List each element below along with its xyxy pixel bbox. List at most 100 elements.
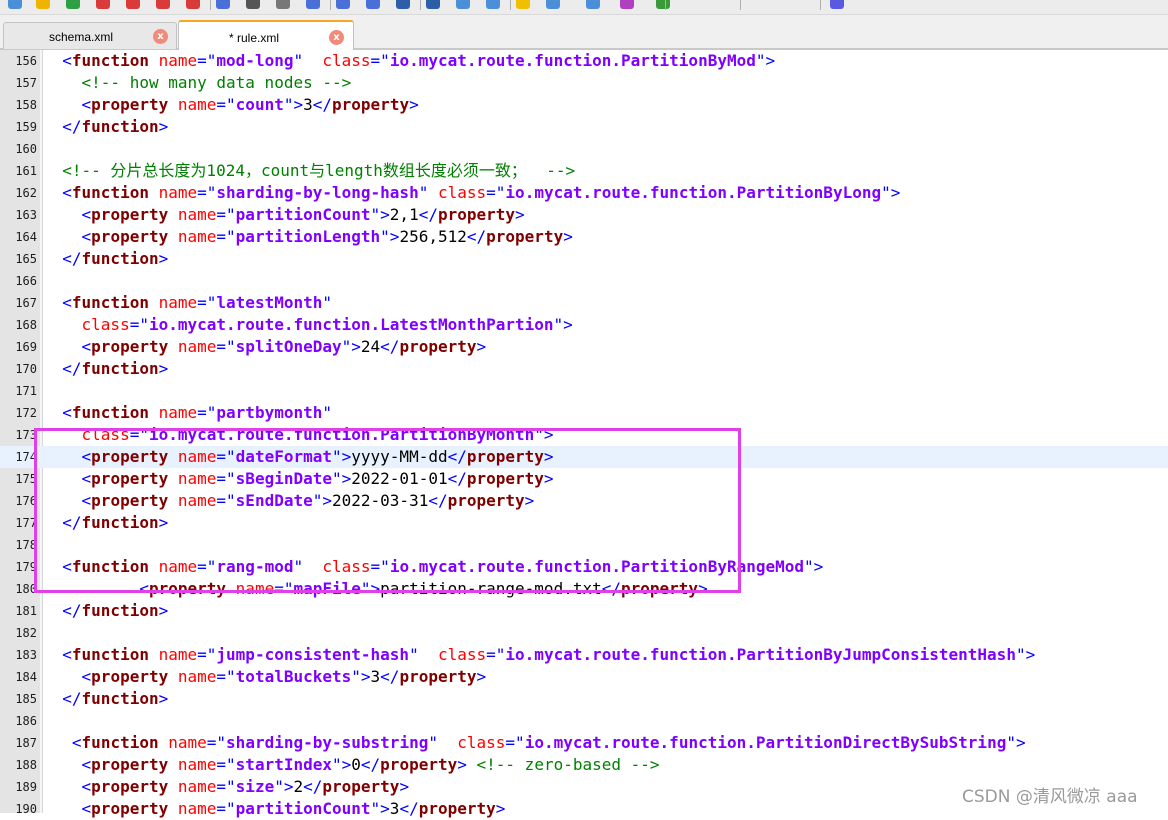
xml-attribute-value: sharding-by-substring (226, 733, 429, 752)
xml-attribute-value: latestMonth (216, 293, 323, 312)
line-number: 178 (15, 538, 37, 552)
line-number: 170 (15, 362, 37, 376)
cut-icon[interactable] (246, 0, 260, 9)
open-icon[interactable] (36, 0, 50, 9)
refresh-icon[interactable] (66, 0, 80, 9)
xml-text (168, 337, 178, 356)
xml-text (168, 227, 178, 246)
xml-punctuation: =" (216, 777, 236, 796)
zoom-out-icon[interactable] (486, 0, 500, 9)
xml-punctuation: "> (755, 51, 776, 70)
xml-text (168, 777, 178, 796)
xml-attribute-name: name (158, 183, 198, 202)
code-line[interactable]: 188 <property name="startIndex">0</prope… (0, 754, 1168, 776)
line-code: </function> (43, 248, 168, 270)
xml-punctuation: =" (197, 183, 217, 202)
print-icon[interactable] (216, 0, 230, 9)
run-icon[interactable] (656, 0, 670, 9)
xml-attribute-name: name (177, 755, 217, 774)
line-code: <property name="totalBuckets">3</propert… (43, 666, 487, 688)
code-line[interactable]: 171 (0, 380, 1168, 402)
xml-text (149, 403, 159, 422)
code-line[interactable]: 157 <!-- how many data nodes --> (0, 72, 1168, 94)
xml-punctuation: > (158, 689, 169, 708)
toolbar-separator (665, 0, 666, 10)
code-line[interactable]: 163 <property name="partitionCount">2,1<… (0, 204, 1168, 226)
code-line[interactable]: 168 class="io.mycat.route.function.Lates… (0, 314, 1168, 336)
plugin-icon[interactable] (830, 0, 844, 9)
code-line[interactable]: 167 <function name="latestMonth" (0, 292, 1168, 314)
close-icon[interactable]: x (153, 29, 168, 44)
close-icon[interactable]: x (329, 30, 344, 45)
watermark: CSDN @清风微凉 aaa (962, 787, 1138, 807)
macro-icon[interactable] (620, 0, 634, 9)
xml-punctuation: > (399, 777, 410, 796)
xml-text: 2 (293, 777, 304, 796)
code-editor[interactable]: 156 <function name="mod-long" class="io.… (0, 50, 1168, 818)
code-line[interactable]: 184 <property name="totalBuckets">3</pro… (0, 666, 1168, 688)
line-number: 172 (15, 406, 37, 420)
xml-attribute-value: io.mycat.route.function.PartitionByMod (389, 51, 756, 70)
xml-punctuation: < (62, 51, 72, 70)
code-line[interactable]: 182 (0, 622, 1168, 644)
close-icon[interactable] (156, 0, 170, 9)
code-line[interactable]: 166 (0, 270, 1168, 292)
save-icon[interactable] (96, 0, 110, 9)
tab-rule-xml[interactable]: * rule.xml x (178, 20, 354, 52)
undo-icon[interactable] (336, 0, 350, 9)
xml-punctuation: " (322, 293, 333, 312)
code-line[interactable]: 161 <!-- 分片总长度为1024，count与length数组长度必须一致… (0, 160, 1168, 182)
xml-tag-name: function (81, 689, 159, 708)
xml-punctuation: =" (216, 95, 236, 114)
new-icon[interactable] (8, 0, 22, 9)
tab-label: * rule.xml (229, 31, 280, 45)
code-line[interactable]: 185 </function> (0, 688, 1168, 710)
code-line[interactable]: 160 (0, 138, 1168, 160)
xml-punctuation: < (81, 667, 92, 686)
find-icon[interactable] (396, 0, 410, 9)
line-number: 187 (15, 736, 37, 750)
xml-text (168, 205, 178, 224)
copy-icon[interactable] (276, 0, 290, 9)
tab-schema-xml[interactable]: schema.xml x (3, 22, 177, 49)
xml-punctuation: =" (197, 645, 217, 664)
code-line[interactable]: 164 <property name="partitionLength">256… (0, 226, 1168, 248)
xml-punctuation: < (81, 205, 92, 224)
code-line[interactable]: 159 </function> (0, 116, 1168, 138)
code-line[interactable]: 187 <function name="sharding-by-substrin… (0, 732, 1168, 754)
xml-attribute-value: partbymonth (216, 403, 323, 422)
paste-icon[interactable] (306, 0, 320, 9)
code-line[interactable]: 169 <property name="splitOneDay">24</pro… (0, 336, 1168, 358)
code-line[interactable]: 183 <function name="jump-consistent-hash… (0, 644, 1168, 666)
xml-punctuation: < (81, 95, 92, 114)
code-line[interactable]: 170 </function> (0, 358, 1168, 380)
xml-punctuation: "> (370, 799, 390, 818)
zoom-in-icon[interactable] (456, 0, 470, 9)
code-line[interactable]: 172 <function name="partbymonth" (0, 402, 1168, 424)
code-line[interactable]: 158 <property name="count">3</property> (0, 94, 1168, 116)
indent-icon[interactable] (586, 0, 600, 9)
line-number: 185 (15, 692, 37, 706)
replace-icon[interactable] (426, 0, 440, 9)
sync-icon[interactable] (516, 0, 530, 9)
xml-attribute-value: sharding-by-long-hash (216, 183, 419, 202)
xml-attribute-value: partitionCount (235, 799, 371, 818)
redo-icon[interactable] (366, 0, 380, 9)
code-line[interactable]: 181 </function> (0, 600, 1168, 622)
code-line[interactable]: 165 </function> (0, 248, 1168, 270)
save-all-icon[interactable] (126, 0, 140, 9)
xml-punctuation: </ (418, 205, 438, 224)
xml-punctuation: < (62, 403, 72, 422)
toolbar-separator (420, 0, 421, 10)
code-line[interactable]: 162 <function name="sharding-by-long-has… (0, 182, 1168, 204)
wrap-icon[interactable] (546, 0, 560, 9)
xml-text (303, 51, 322, 70)
code-line[interactable]: 156 <function name="mod-long" class="io.… (0, 50, 1168, 72)
close-all-icon[interactable] (186, 0, 200, 9)
xml-punctuation: </ (380, 667, 400, 686)
xml-punctuation: "> (380, 227, 400, 246)
code-line[interactable]: 186 (0, 710, 1168, 732)
